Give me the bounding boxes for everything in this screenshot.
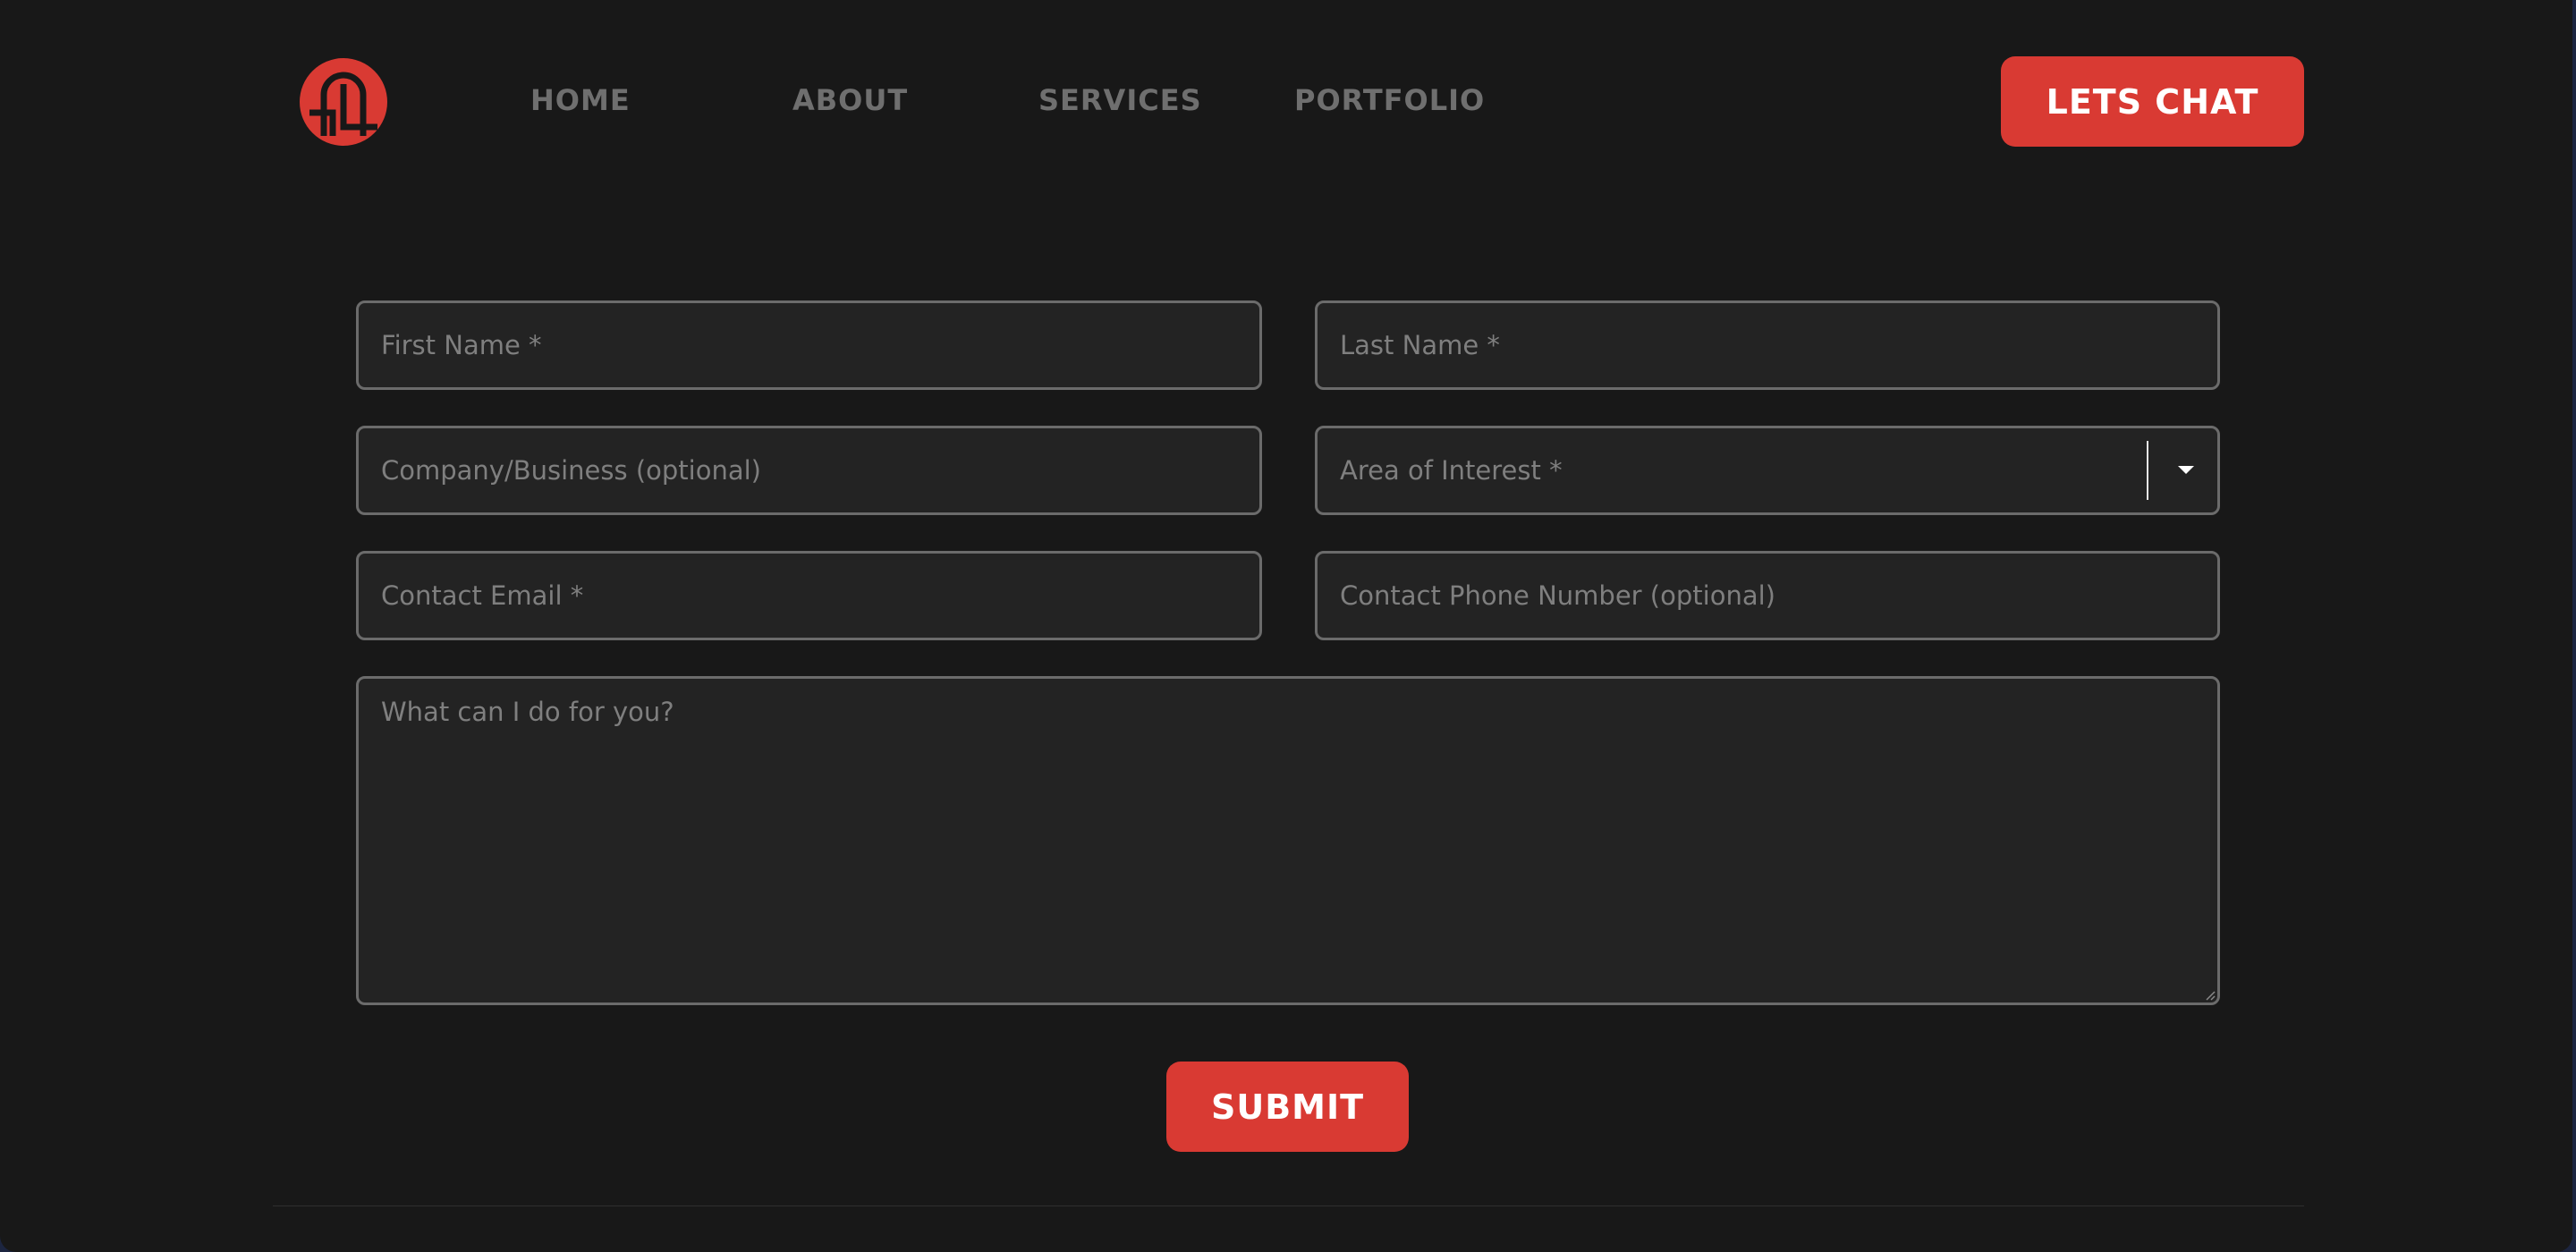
area-of-interest-value: Area of Interest * bbox=[1340, 455, 1563, 486]
resize-handle-icon[interactable] bbox=[2205, 990, 2216, 1001]
company-field-wrapper bbox=[356, 426, 1262, 515]
area-of-interest-select[interactable]: Area of Interest * bbox=[1315, 426, 2220, 515]
nav-home[interactable]: HOME bbox=[530, 80, 631, 120]
select-separator bbox=[2147, 441, 2148, 500]
email-input[interactable] bbox=[359, 554, 1259, 638]
chevron-down-icon[interactable] bbox=[2178, 466, 2194, 474]
company-input[interactable] bbox=[359, 428, 1259, 512]
brand-logo-icon[interactable] bbox=[299, 57, 388, 147]
footer-divider bbox=[273, 1205, 2304, 1206]
first-name-field-wrapper bbox=[356, 300, 1262, 390]
phone-input[interactable] bbox=[1318, 554, 2217, 638]
lets-chat-button[interactable]: LETS CHAT bbox=[2001, 56, 2304, 147]
nav-services[interactable]: SERVICES bbox=[1038, 80, 1202, 120]
nav-portfolio[interactable]: PORTFOLIO bbox=[1294, 80, 1485, 120]
message-textarea[interactable] bbox=[359, 679, 2217, 1002]
nav-about[interactable]: ABOUT bbox=[792, 80, 908, 120]
email-field-wrapper bbox=[356, 551, 1262, 640]
last-name-input[interactable] bbox=[1318, 303, 2217, 387]
first-name-input[interactable] bbox=[359, 303, 1259, 387]
message-field-wrapper bbox=[356, 676, 2220, 1005]
phone-field-wrapper bbox=[1315, 551, 2220, 640]
last-name-field-wrapper bbox=[1315, 300, 2220, 390]
submit-button[interactable]: SUBMIT bbox=[1166, 1062, 1409, 1152]
page: HOME ABOUT SERVICES PORTFOLIO LETS CHAT … bbox=[0, 0, 2572, 1252]
